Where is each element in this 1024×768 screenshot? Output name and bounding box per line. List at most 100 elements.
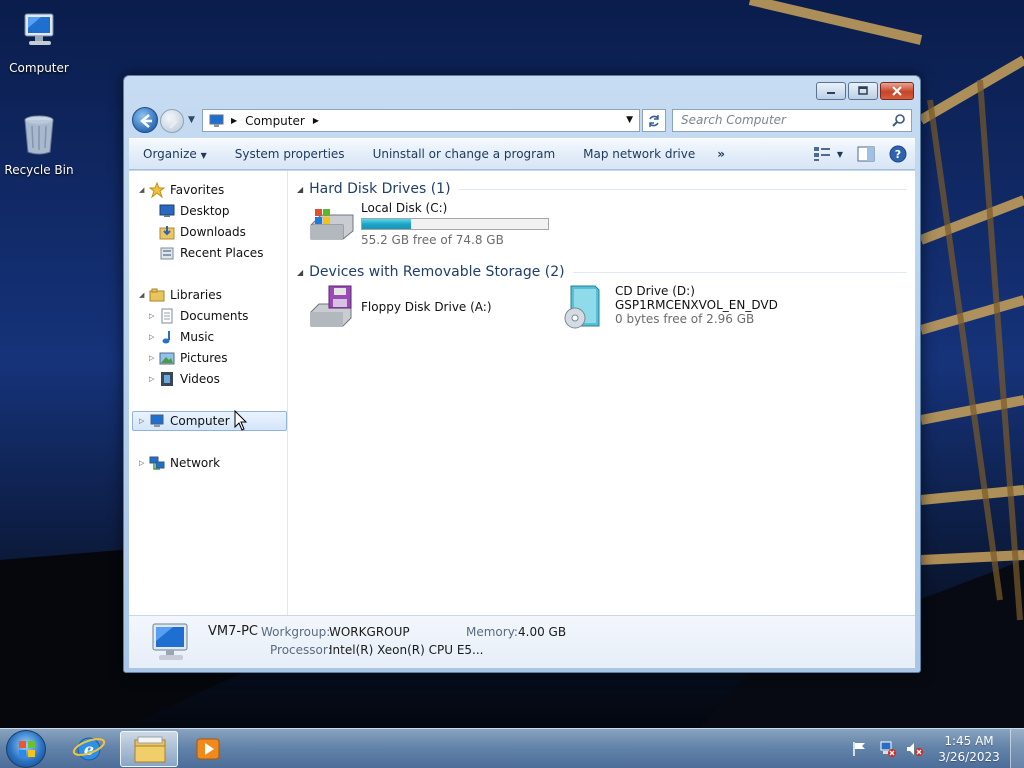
refresh-button[interactable] <box>642 109 666 132</box>
computer-name: VM7-PC <box>208 624 258 639</box>
restore-button[interactable] <box>848 82 878 100</box>
nav-favorites[interactable]: ◢ Favorites <box>139 180 224 200</box>
group-header-removable-storage[interactable]: ◢ Devices with Removable Storage (2) <box>297 264 907 280</box>
expand-triangle-icon[interactable]: ▷ <box>149 369 159 389</box>
taskbar: e 1:45 AM 3/26/2023 <box>0 728 1024 768</box>
show-desktop-button[interactable] <box>1010 729 1024 768</box>
restore-icon <box>858 86 868 95</box>
expand-triangle-icon[interactable]: ▷ <box>149 348 159 368</box>
map-network-drive-button[interactable]: Map network drive <box>569 147 709 161</box>
processor-label: Processor: <box>270 643 332 657</box>
nav-label: Computer <box>170 414 230 428</box>
floppy-drive-icon <box>310 285 352 327</box>
taskbar-media-player[interactable] <box>180 731 238 767</box>
nav-label: Downloads <box>180 225 246 239</box>
start-button[interactable] <box>6 730 46 768</box>
desktop-icon <box>159 204 175 217</box>
help-icon[interactable]: ? <box>889 145 907 163</box>
documents-icon <box>161 308 173 324</box>
expand-triangle-icon[interactable]: ▷ <box>139 453 149 473</box>
minimize-button[interactable] <box>816 82 846 100</box>
action-center-flag-icon[interactable] <box>850 739 870 759</box>
nav-label: Music <box>180 330 215 344</box>
svg-text:?: ? <box>895 148 901 161</box>
taskbar-windows-explorer[interactable] <box>120 731 178 767</box>
search-icon[interactable] <box>892 113 906 127</box>
nav-label: Desktop <box>180 204 230 218</box>
window-controls <box>816 82 914 100</box>
navigation-pane: ◢ Favorites Desktop Downloads Recent Pla… <box>129 171 288 615</box>
organize-menu[interactable]: Organize ▼ <box>129 147 221 161</box>
view-options-button[interactable]: ▼ <box>813 146 843 162</box>
command-bar: Organize ▼ System properties Uninstall o… <box>129 138 915 170</box>
drive-name: Local Disk (C:) <box>361 201 448 215</box>
nav-network[interactable]: ▷ Network <box>139 453 220 473</box>
collapse-triangle-icon[interactable]: ◢ <box>297 268 303 277</box>
nav-videos[interactable]: ▷ Videos <box>149 369 220 389</box>
cd-drive-icon <box>564 285 600 329</box>
taskbar-internet-explorer[interactable]: e <box>60 731 118 767</box>
computer-icon <box>24 13 54 45</box>
nav-documents[interactable]: ▷ Documents <box>149 306 248 326</box>
more-commands-button[interactable]: » <box>709 147 733 161</box>
clock-time: 1:45 AM <box>944 734 994 748</box>
explorer-window[interactable]: ▼ ▶ Computer ▶ ▼ Search Computer Organiz… <box>123 75 921 673</box>
nav-desktop[interactable]: Desktop <box>159 201 230 221</box>
preview-pane-icon[interactable] <box>857 146 875 162</box>
recent-places-icon <box>160 247 174 260</box>
breadcrumb-computer[interactable]: Computer <box>245 114 305 128</box>
search-placeholder: Search Computer <box>681 113 786 127</box>
drive-local-disk-c[interactable]: Local Disk (C:) 55.2 GB free of 74.8 GB <box>307 201 549 247</box>
folder-icon <box>134 736 166 763</box>
mouse-cursor <box>234 410 248 431</box>
expand-triangle-icon[interactable]: ◢ <box>139 285 149 305</box>
expand-triangle-icon[interactable]: ▷ <box>149 306 159 326</box>
group-divider <box>572 271 907 273</box>
nav-recent-places[interactable]: Recent Places <box>159 243 263 263</box>
breadcrumb-chevron-icon[interactable]: ▶ <box>313 116 319 125</box>
desktop-icon-computer[interactable]: Computer <box>1 10 77 75</box>
desktop-icon-recycle-bin[interactable]: Recycle Bin <box>1 112 77 177</box>
volume-muted-icon[interactable] <box>904 739 924 759</box>
nav-downloads[interactable]: Downloads <box>159 222 246 242</box>
close-button[interactable] <box>880 82 914 100</box>
nav-libraries[interactable]: ◢ Libraries <box>139 285 222 305</box>
content-area: ◢ Favorites Desktop Downloads Recent Pla… <box>129 171 915 615</box>
drive-free-space: 0 bytes free of 2.96 GB <box>615 312 755 326</box>
network-status-icon[interactable] <box>878 739 898 759</box>
windows-logo-icon <box>19 741 35 757</box>
nav-pictures[interactable]: ▷ Pictures <box>149 348 228 368</box>
address-dropdown-icon[interactable]: ▼ <box>626 115 633 125</box>
breadcrumb-chevron-icon: ▶ <box>231 116 238 125</box>
drive-floppy-a[interactable]: Floppy Disk Drive (A:) <box>307 284 492 330</box>
forward-button[interactable] <box>160 109 184 133</box>
drive-name: Floppy Disk Drive (A:) <box>361 300 492 314</box>
close-icon <box>892 86 902 96</box>
libraries-icon <box>149 288 165 302</box>
refresh-icon <box>649 114 659 127</box>
uninstall-program-button[interactable]: Uninstall or change a program <box>359 147 570 161</box>
address-bar[interactable]: ▶ Computer ▶ ▼ <box>202 109 640 132</box>
expand-triangle-icon[interactable]: ▷ <box>149 327 159 347</box>
expand-triangle-icon[interactable]: ◢ <box>139 180 149 200</box>
memory-label: Memory: <box>466 625 518 639</box>
clock[interactable]: 1:45 AM 3/26/2023 <box>928 733 1010 765</box>
nav-label: Pictures <box>180 351 228 365</box>
drive-cd-d[interactable]: CD Drive (D:) GSP1RMCENXVOL_EN_DVD 0 byt… <box>561 284 778 330</box>
back-button[interactable] <box>132 107 158 133</box>
disk-usage-bar <box>361 218 549 230</box>
expand-triangle-icon[interactable]: ▷ <box>139 411 149 431</box>
recent-pages-dropdown[interactable]: ▼ <box>188 115 195 125</box>
collapse-triangle-icon[interactable]: ◢ <box>297 185 303 194</box>
nav-music[interactable]: ▷ Music <box>149 327 214 347</box>
search-input[interactable]: Search Computer <box>672 109 912 132</box>
nav-label: Recent Places <box>180 246 264 260</box>
internet-explorer-icon: e <box>72 737 106 761</box>
pictures-icon <box>159 352 175 365</box>
group-header-hard-disk-drives[interactable]: ◢ Hard Disk Drives (1) <box>297 181 907 197</box>
back-arrow-icon <box>140 114 152 128</box>
nav-computer[interactable]: ▷ Computer <box>132 411 287 431</box>
system-properties-button[interactable]: System properties <box>221 147 359 161</box>
memory-value: 4.00 GB <box>518 625 567 639</box>
recycle-bin-icon <box>24 115 54 155</box>
